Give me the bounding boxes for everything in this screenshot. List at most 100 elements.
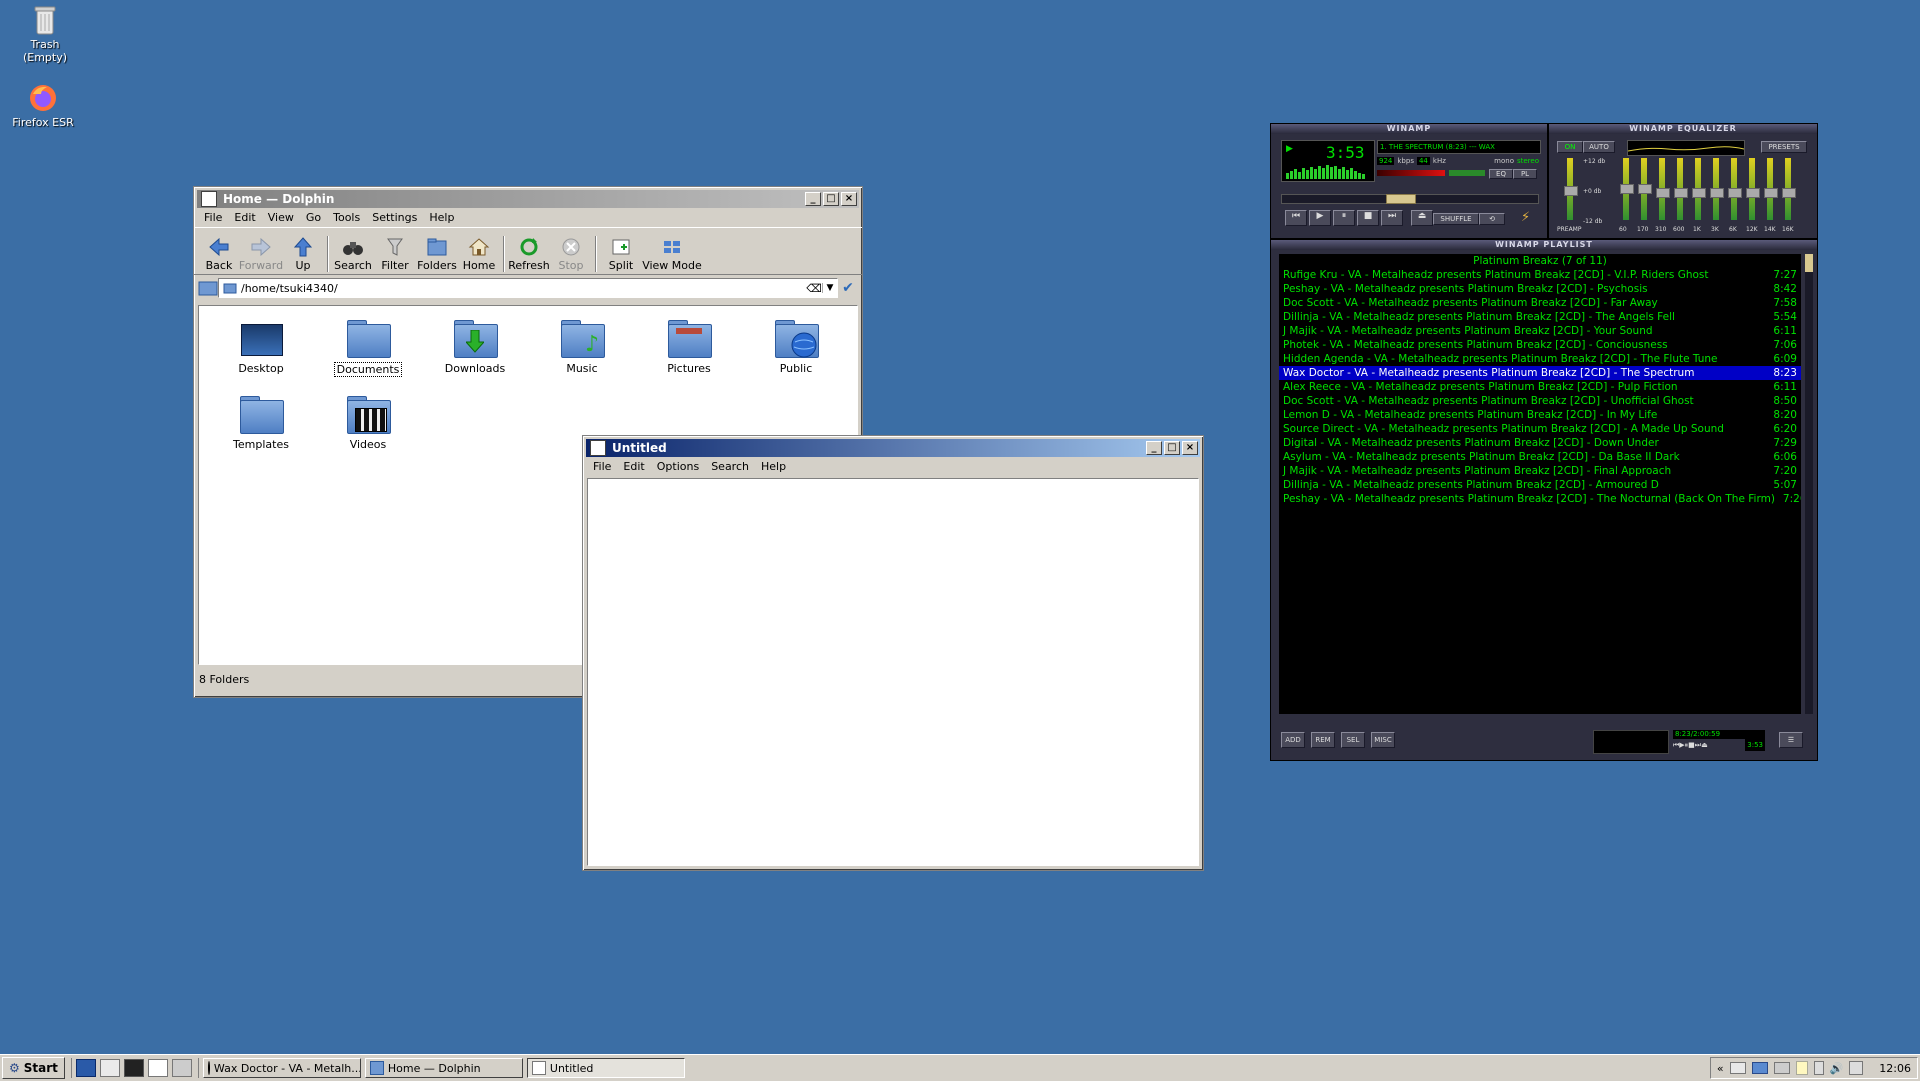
menu-file[interactable]: File — [587, 459, 617, 474]
eq-band-170[interactable]: 170 — [1637, 158, 1652, 233]
maximize-button[interactable]: □ — [1164, 441, 1180, 455]
pause-icon[interactable]: ⏸ — [1333, 210, 1355, 226]
maximize-button[interactable]: □ — [823, 192, 839, 206]
view-mode-button[interactable]: View Mode — [642, 237, 702, 272]
folder-downloads[interactable]: Downloads — [430, 318, 520, 375]
tray-keyboard-icon[interactable] — [1729, 1062, 1746, 1074]
menu-tools[interactable]: Tools — [327, 210, 366, 225]
folder-public[interactable]: Public — [751, 318, 841, 375]
eq-on-button[interactable]: ON — [1557, 141, 1583, 153]
clear-location-icon[interactable]: ⌫ — [806, 282, 822, 295]
split-button[interactable]: Split — [600, 237, 642, 272]
calculator-icon[interactable] — [171, 1059, 192, 1077]
playlist-scroll-thumb[interactable] — [1805, 254, 1813, 272]
close-button[interactable]: × — [1182, 441, 1198, 455]
menu-edit[interactable]: Edit — [617, 459, 650, 474]
refresh-button[interactable]: Refresh — [508, 237, 550, 272]
playlist-item[interactable]: Wax Doctor - VA - Metalheadz presents Pl… — [1279, 366, 1801, 380]
preamp-thumb[interactable] — [1564, 186, 1578, 196]
playlist-remove-button[interactable]: REM — [1311, 732, 1335, 748]
eject-icon[interactable]: ⏏ — [1411, 210, 1433, 226]
eq-band-14k[interactable]: 14K — [1764, 158, 1778, 233]
desktop-icon-firefox[interactable]: Firefox ESR — [0, 82, 88, 129]
menu-settings[interactable]: Settings — [366, 210, 423, 225]
eq-band-1k[interactable]: 1K — [1692, 158, 1706, 233]
playlist-item[interactable]: Peshay - VA - Metalheadz presents Platin… — [1279, 282, 1801, 296]
playlist-item[interactable]: Alex Reece - VA - Metalheadz presents Pl… — [1279, 380, 1801, 394]
eq-auto-button[interactable]: AUTO — [1583, 141, 1615, 153]
playlist-add-button[interactable]: ADD — [1281, 732, 1305, 748]
winamp-logo-icon[interactable]: ⚡ — [1521, 210, 1537, 226]
playlist-list-options-icon[interactable]: ☰ — [1779, 732, 1803, 748]
eq-band-12k[interactable]: 12K — [1746, 158, 1760, 233]
stop-icon[interactable]: ■ — [1357, 210, 1379, 226]
visualizer[interactable] — [1286, 163, 1370, 179]
tray-wifi-icon[interactable] — [1849, 1061, 1864, 1075]
seek-thumb[interactable] — [1386, 194, 1416, 204]
tray-network-icon[interactable] — [1751, 1062, 1768, 1074]
folder-music[interactable]: ♪ Music — [537, 318, 627, 375]
home-button[interactable]: Home — [458, 237, 500, 272]
tray-display-icon[interactable] — [1773, 1062, 1790, 1074]
eq-band-600[interactable]: 600 — [1673, 158, 1688, 233]
desktop-icon-trash[interactable]: Trash (Empty) — [0, 4, 90, 64]
balance-slider[interactable] — [1449, 170, 1485, 176]
playlist-item[interactable]: Peshay - VA - Metalheadz presents Platin… — [1279, 492, 1801, 506]
stop-button[interactable]: Stop — [550, 237, 592, 272]
minimize-button[interactable]: _ — [805, 192, 821, 206]
winamp-time[interactable]: 3:53 — [1326, 143, 1365, 162]
playlist-item[interactable]: J Majik - VA - Metalheadz presents Plati… — [1279, 464, 1801, 478]
shuffle-button[interactable]: SHUFFLE — [1433, 213, 1479, 225]
playlist-item[interactable]: Rufige Kru - VA - Metalheadz presents Pl… — [1279, 268, 1801, 282]
equalizer-titlebar[interactable]: WINAMP EQUALIZER — [1549, 124, 1817, 134]
playlist-item[interactable]: Lemon D - VA - Metalheadz presents Plati… — [1279, 408, 1801, 422]
task-dolphin[interactable]: Home — Dolphin — [364, 1058, 523, 1078]
playlist-titlebar[interactable]: WINAMP PLAYLIST — [1271, 240, 1817, 250]
playlist-item[interactable]: Doc Scott - VA - Metalheadz presents Pla… — [1279, 296, 1801, 310]
tray-battery-icon[interactable] — [1813, 1061, 1824, 1075]
menu-help[interactable]: Help — [423, 210, 460, 225]
folder-documents[interactable]: Documents — [323, 318, 413, 377]
task-winamp[interactable]: Wax Doctor - VA - Metalh... — [202, 1058, 361, 1078]
eq-toggle-button[interactable]: EQ — [1489, 169, 1513, 179]
forward-button[interactable]: Forward — [239, 237, 283, 272]
start-button[interactable]: ⚙ Start — [2, 1057, 65, 1079]
eq-band-60[interactable]: 60 — [1619, 158, 1634, 233]
terminal-icon[interactable] — [123, 1059, 144, 1077]
seek-bar[interactable] — [1281, 194, 1539, 204]
menu-file[interactable]: File — [198, 210, 228, 225]
back-button[interactable]: Back — [198, 237, 240, 272]
playlist-item[interactable]: Source Direct - VA - Metalheadz presents… — [1279, 422, 1801, 436]
location-input[interactable]: /home/tsuki4340/ ⌫ ▼ — [218, 278, 838, 298]
text-editor-icon[interactable] — [147, 1059, 168, 1077]
folders-button[interactable]: Folders — [416, 237, 458, 272]
volume-slider[interactable] — [1377, 170, 1445, 176]
pl-toggle-button[interactable]: PL — [1513, 169, 1537, 179]
tray-notes-icon[interactable] — [1795, 1061, 1808, 1075]
menu-help[interactable]: Help — [755, 459, 792, 474]
playlist-item[interactable]: Doc Scott - VA - Metalheadz presents Pla… — [1279, 394, 1801, 408]
menu-edit[interactable]: Edit — [228, 210, 261, 225]
eq-band-6k[interactable]: 6K — [1728, 158, 1742, 233]
menu-search[interactable]: Search — [705, 459, 755, 474]
task-untitled[interactable]: Untitled — [526, 1058, 685, 1078]
previous-icon[interactable]: ⏮ — [1285, 210, 1307, 226]
song-ticker[interactable]: 1. THE SPECTRUM (8:23) --- WAX — [1377, 140, 1541, 154]
file-manager-icon[interactable] — [99, 1059, 120, 1077]
eq-band-3k[interactable]: 3K — [1710, 158, 1724, 233]
playlist-misc-button[interactable]: MISC — [1371, 732, 1395, 748]
play-icon[interactable]: ▶ — [1309, 210, 1331, 226]
editor-titlebar[interactable]: Untitled _ □ × — [586, 439, 1200, 457]
playlist-select-button[interactable]: SEL — [1341, 732, 1365, 748]
playlist-item[interactable]: Digital - VA - Metalheadz presents Plati… — [1279, 436, 1801, 450]
editor-text-area[interactable] — [587, 478, 1199, 866]
playlist-scrollbar[interactable] — [1805, 254, 1813, 714]
eq-presets-button[interactable]: PRESETS — [1761, 141, 1807, 153]
menu-go[interactable]: Go — [300, 210, 327, 225]
playlist-item[interactable]: J Majik - VA - Metalheadz presents Plati… — [1279, 324, 1801, 338]
places-icon[interactable] — [198, 279, 218, 297]
next-icon[interactable]: ⏭ — [1381, 210, 1403, 226]
repeat-button[interactable]: ⟲ — [1479, 213, 1505, 225]
menu-options[interactable]: Options — [651, 459, 705, 474]
up-button[interactable]: Up — [282, 237, 324, 272]
